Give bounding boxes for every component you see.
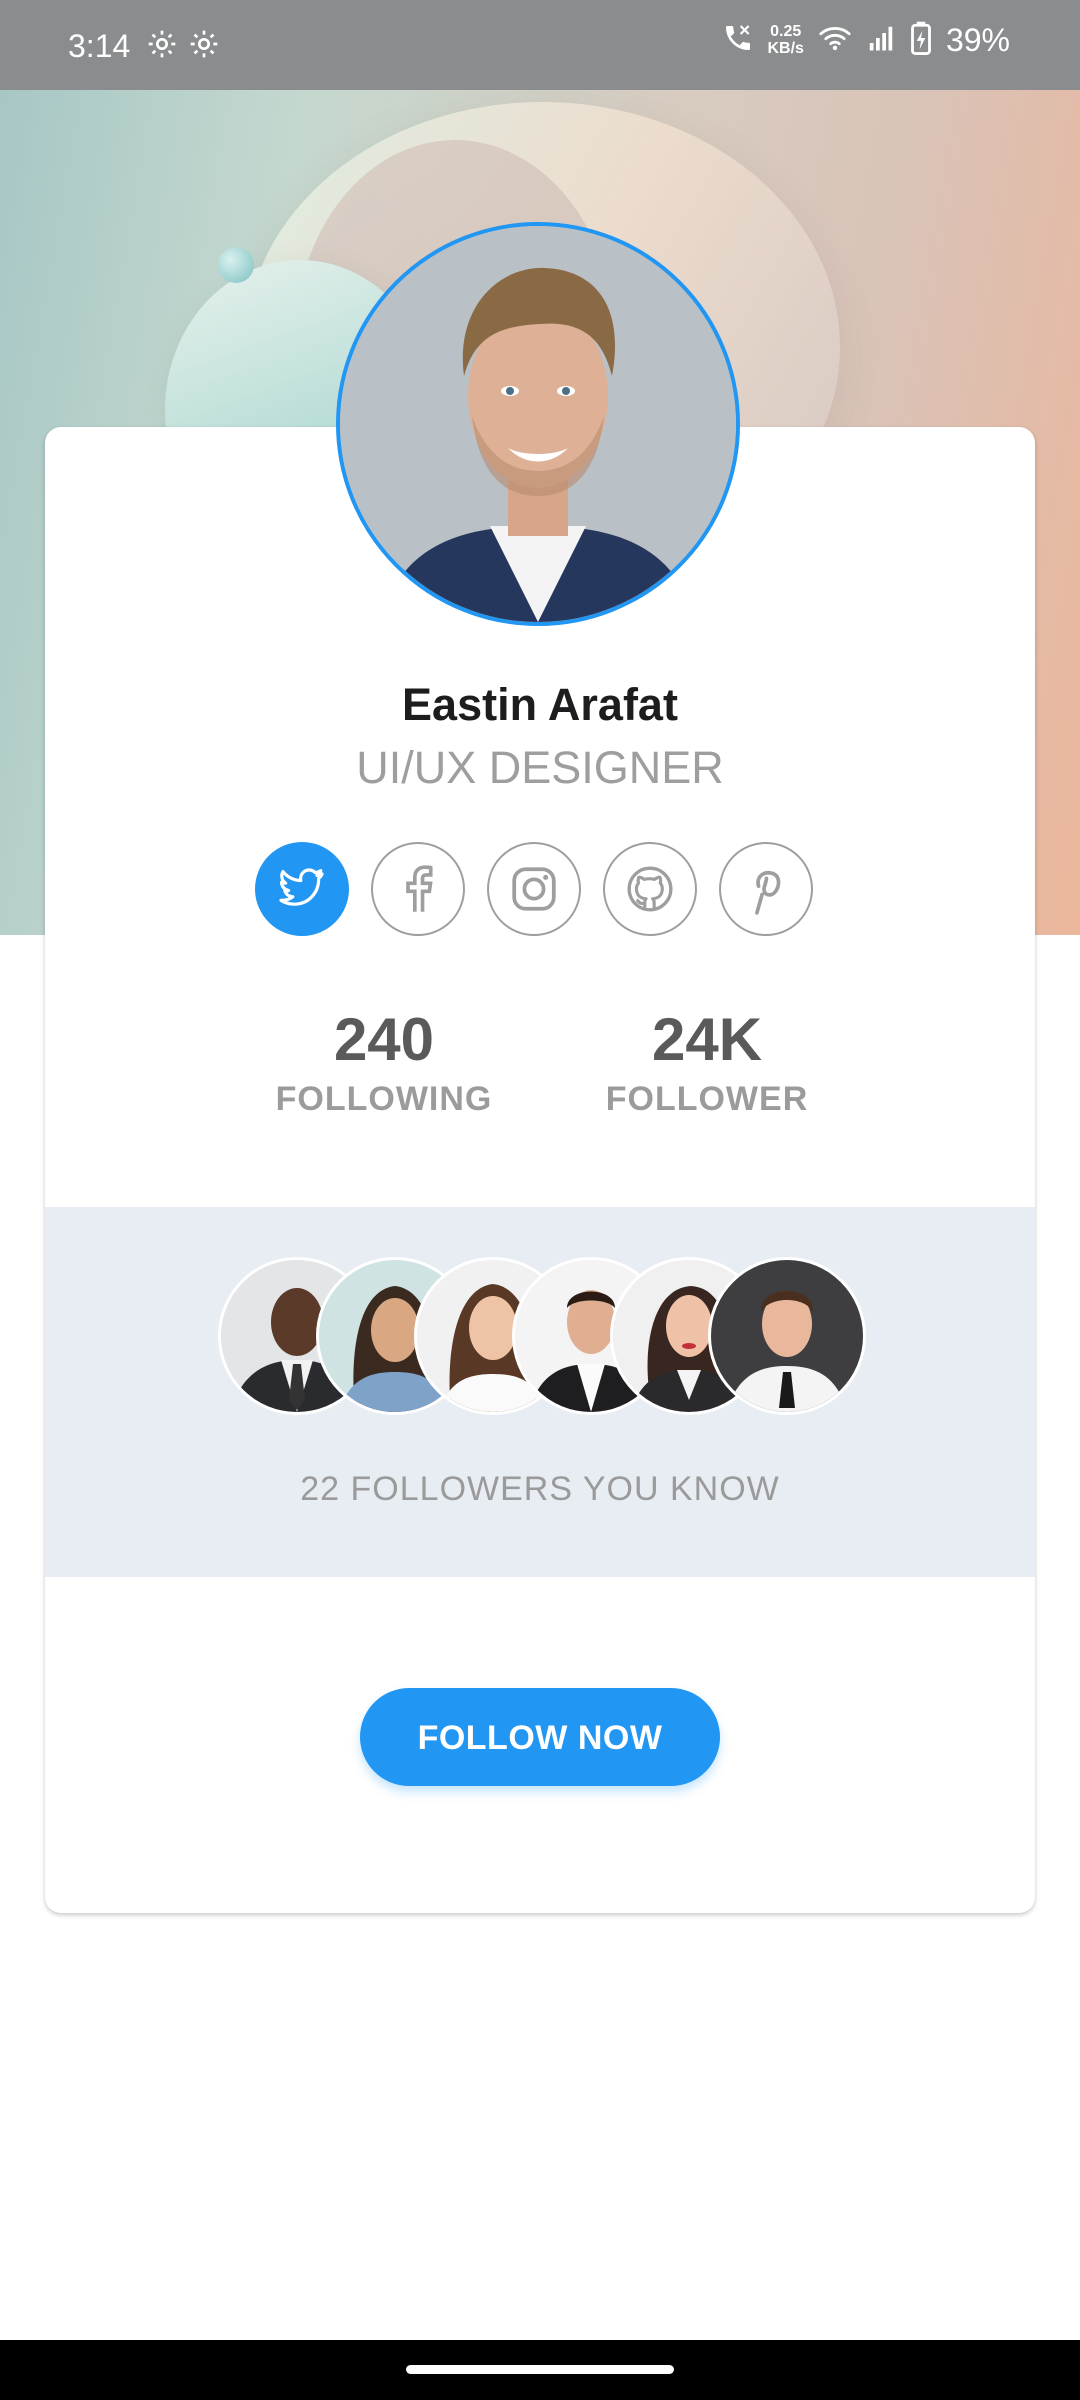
network-speed: 0.25 KB/s [768, 23, 804, 57]
pinterest-button[interactable] [719, 842, 813, 936]
instagram-button[interactable] [487, 842, 581, 936]
twitter-icon [278, 868, 326, 910]
status-notification-icons [146, 28, 220, 60]
profile-avatar[interactable] [336, 222, 740, 626]
battery-percentage: 39% [945, 22, 1010, 58]
call-icon [722, 22, 754, 59]
status-system-icons: 0.25 KB/s 39% [722, 20, 1010, 60]
decorative-sphere [218, 247, 254, 283]
facebook-icon [403, 864, 433, 914]
facebook-button[interactable] [371, 842, 465, 936]
mutual-followers-avatars[interactable] [218, 1257, 878, 1415]
github-button[interactable] [603, 842, 697, 936]
home-indicator[interactable] [406, 2365, 674, 2374]
settings-gear-icon [188, 28, 220, 60]
pinterest-icon [746, 863, 786, 915]
follower-stat[interactable]: 24K FOLLOWER [557, 1003, 857, 1121]
settings-gear-icon [146, 28, 178, 60]
follower-count: 24K [651, 1006, 763, 1073]
network-speed-unit: KB/s [767, 40, 804, 57]
profile-title: UI/UX DESIGNER [356, 742, 724, 793]
network-speed-value: 0.25 [770, 23, 802, 40]
profile-name: Eastin Arafat [402, 679, 678, 730]
github-icon [625, 864, 675, 914]
follow-now-button[interactable]: FOLLOW NOW [360, 1688, 720, 1786]
status-time: 3:14 [68, 28, 131, 64]
mutual-followers-panel: 22 FOLLOWERS YOU KNOW [45, 1207, 1035, 1577]
wifi-icon [818, 23, 852, 58]
mutual-followers-caption: 22 FOLLOWERS YOU KNOW [300, 1470, 780, 1508]
follower-label: FOLLOWER [605, 1080, 809, 1118]
battery-charging-icon [910, 21, 932, 60]
instagram-icon [509, 864, 559, 914]
status-bar: 3:14 0.25 KB/s 39% [0, 0, 1080, 90]
follower-avatar[interactable] [708, 1257, 866, 1415]
social-links [255, 842, 813, 936]
signal-icon [866, 23, 896, 58]
following-stat[interactable]: 240 FOLLOWING [234, 1003, 534, 1121]
twitter-button[interactable] [255, 842, 349, 936]
following-label: FOLLOWING [275, 1080, 493, 1118]
following-count: 240 [333, 1006, 435, 1073]
